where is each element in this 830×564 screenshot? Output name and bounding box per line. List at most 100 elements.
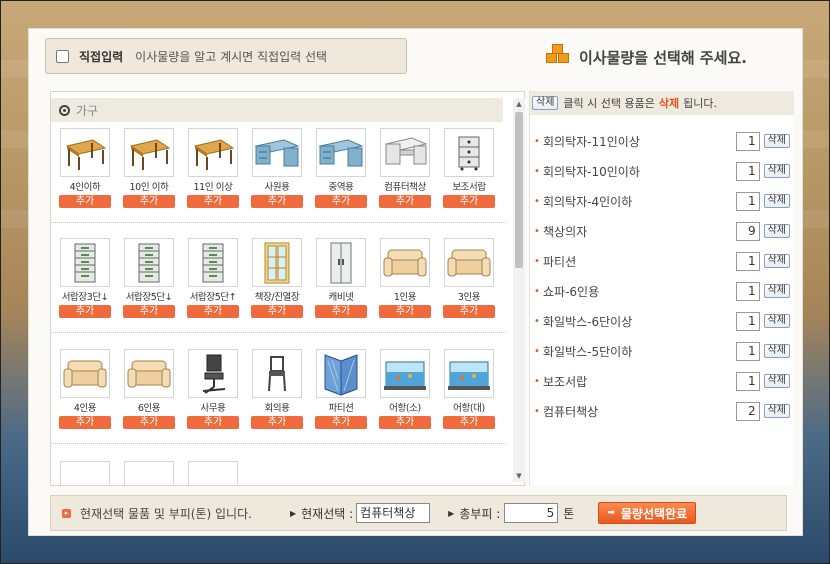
delete-button[interactable]: 삭제 xyxy=(763,404,790,418)
scroll-down-arrow-icon[interactable]: ▼ xyxy=(513,470,525,482)
furniture-item-name: 서랍장5단↓ xyxy=(125,292,173,303)
drawer-icon[interactable] xyxy=(444,128,494,177)
table-icon[interactable] xyxy=(188,128,238,177)
add-button[interactable]: 추가 xyxy=(251,195,303,208)
fishtank-icon[interactable] xyxy=(380,349,430,398)
computer-desk-icon[interactable] xyxy=(380,128,430,177)
add-button[interactable]: 추가 xyxy=(59,416,111,429)
add-button[interactable]: 추가 xyxy=(251,305,303,318)
furniture-item: 3인용 추가 xyxy=(442,238,496,318)
selected-item: • 책상의자 9 삭제 xyxy=(534,221,790,241)
bookcase-icon[interactable] xyxy=(252,238,302,287)
complete-selection-button[interactable]: ➡ 물량선택완료 xyxy=(598,502,697,524)
row-divider xyxy=(51,443,506,444)
bullet-icon: • xyxy=(534,315,540,327)
furniture-item-name: 컴퓨터책상 xyxy=(384,182,426,193)
selected-item-name: 보조서랍 xyxy=(543,374,588,389)
direct-input-box: 직접입력 이사물량을 알고 계시면 직접입력 선택 xyxy=(45,38,407,74)
furniture-item: 10인 이하추가 xyxy=(122,128,176,208)
add-button[interactable]: 추가 xyxy=(443,305,495,318)
table-icon[interactable] xyxy=(60,128,110,177)
add-button[interactable]: 추가 xyxy=(379,305,431,318)
furniture-item: 11인 이상 추가 xyxy=(186,128,240,208)
fishtank-icon[interactable] xyxy=(444,349,494,398)
partition-icon[interactable] xyxy=(316,349,366,398)
furniture-item-name: 중역용 xyxy=(328,182,354,193)
sofa-icon[interactable] xyxy=(380,238,430,287)
quantity-field[interactable]: 1 xyxy=(735,281,760,301)
chair-icon[interactable] xyxy=(252,349,302,398)
furniture-item-name: 10인 이하 xyxy=(129,182,169,193)
quantity-field[interactable]: 1 xyxy=(735,161,760,181)
add-button[interactable]: 추가 xyxy=(123,195,175,208)
selected-item-name: 화일박스-5단이하 xyxy=(543,344,633,359)
delete-instruction: 삭제 클릭 시 선택 용품은 삭제 됩니다. xyxy=(530,91,794,115)
quantity-field[interactable]: 9 xyxy=(735,221,760,241)
quantity-field[interactable]: 1 xyxy=(735,371,760,391)
direct-input-checkbox[interactable] xyxy=(56,49,69,63)
sofa-icon[interactable] xyxy=(60,349,110,398)
add-button[interactable]: 추가 xyxy=(315,416,367,429)
cabinet-icon[interactable] xyxy=(188,238,238,287)
add-button[interactable]: 추가 xyxy=(315,305,367,318)
quantity-field[interactable]: 1 xyxy=(735,191,760,211)
delete-button[interactable]: 삭제 xyxy=(763,284,790,298)
vertical-scrollbar[interactable]: ▲ ▼ xyxy=(513,98,525,482)
plant-icon[interactable] xyxy=(60,461,110,485)
current-selection-field[interactable]: 컴퓨터책상 xyxy=(356,503,431,523)
add-button[interactable]: 추가 xyxy=(315,195,367,208)
selected-item-name: 파티션 xyxy=(543,254,577,269)
quantity-field[interactable]: 1 xyxy=(735,341,760,361)
sofa-icon[interactable] xyxy=(444,238,494,287)
quantity-field[interactable]: 1 xyxy=(735,251,760,271)
table-icon[interactable] xyxy=(124,128,174,177)
delete-button[interactable]: 삭제 xyxy=(763,164,790,178)
office-chair-icon[interactable] xyxy=(188,349,238,398)
add-button[interactable]: 추가 xyxy=(251,416,303,429)
box-icon[interactable] xyxy=(188,461,238,485)
desk-icon[interactable] xyxy=(316,128,366,177)
furniture-item: 보조서랍 추가 xyxy=(442,128,496,208)
quantity-field[interactable]: 1 xyxy=(735,311,760,331)
add-button[interactable]: 추가 xyxy=(123,305,175,318)
delete-button[interactable]: 삭제 xyxy=(763,134,790,148)
delete-button[interactable]: 삭제 xyxy=(763,314,790,328)
plant-icon[interactable] xyxy=(124,461,174,485)
sofa-icon[interactable] xyxy=(124,349,174,398)
add-button[interactable]: 추가 xyxy=(59,305,111,318)
total-volume-group: ▶ 총부피 : 5 톤 xyxy=(448,503,574,523)
desk-icon[interactable] xyxy=(252,128,302,177)
add-button[interactable]: 추가 xyxy=(379,416,431,429)
furniture-item: 사무용 추가 xyxy=(186,349,240,429)
delete-button[interactable]: 삭제 xyxy=(763,344,790,358)
direct-input-description: 이사물량을 알고 계시면 직접입력 선택 xyxy=(135,49,328,64)
delete-button[interactable]: 삭제 xyxy=(763,194,790,208)
add-button[interactable]: 추가 xyxy=(187,416,239,429)
add-button[interactable]: 추가 xyxy=(443,195,495,208)
quantity-field[interactable]: 1 xyxy=(735,131,760,151)
delete-button[interactable]: 삭제 xyxy=(763,224,790,238)
moving-volume-dialog: 직접입력 이사물량을 알고 계시면 직접입력 선택 이사물량을 선택해 주세요.… xyxy=(28,28,803,536)
furniture-item: 회의용추가 xyxy=(250,349,304,429)
furniture-item-name: 회의용 xyxy=(264,403,290,414)
add-button[interactable]: 추가 xyxy=(187,305,239,318)
add-button[interactable]: 추가 xyxy=(379,195,431,208)
bullet-icon: • xyxy=(534,255,540,267)
total-volume-field[interactable]: 5 xyxy=(504,503,559,523)
add-button[interactable]: 추가 xyxy=(443,416,495,429)
delete-button[interactable]: 삭제 xyxy=(763,254,790,268)
furniture-item: 중역용추가 xyxy=(314,128,368,208)
add-button[interactable]: 추가 xyxy=(59,195,111,208)
delete-button[interactable]: 삭제 xyxy=(763,374,790,388)
quantity-field[interactable]: 2 xyxy=(735,401,760,421)
locker-icon[interactable] xyxy=(316,238,366,287)
cabinet-icon[interactable] xyxy=(124,238,174,287)
add-button[interactable]: 추가 xyxy=(187,195,239,208)
furniture-panel: 가구 4인이하 추가 10인 이하 추가 11인 이상 추가 사원용 추가 중역용 추가 컴퓨터책상… xyxy=(50,91,525,486)
scroll-thumb[interactable] xyxy=(515,112,523,268)
add-button[interactable]: 추가 xyxy=(123,416,175,429)
triangle-icon: ▶ xyxy=(448,508,455,518)
cabinet-icon[interactable] xyxy=(60,238,110,287)
arrow-bullet-icon: ▸ xyxy=(62,508,71,518)
scroll-up-arrow-icon[interactable]: ▲ xyxy=(513,98,525,110)
